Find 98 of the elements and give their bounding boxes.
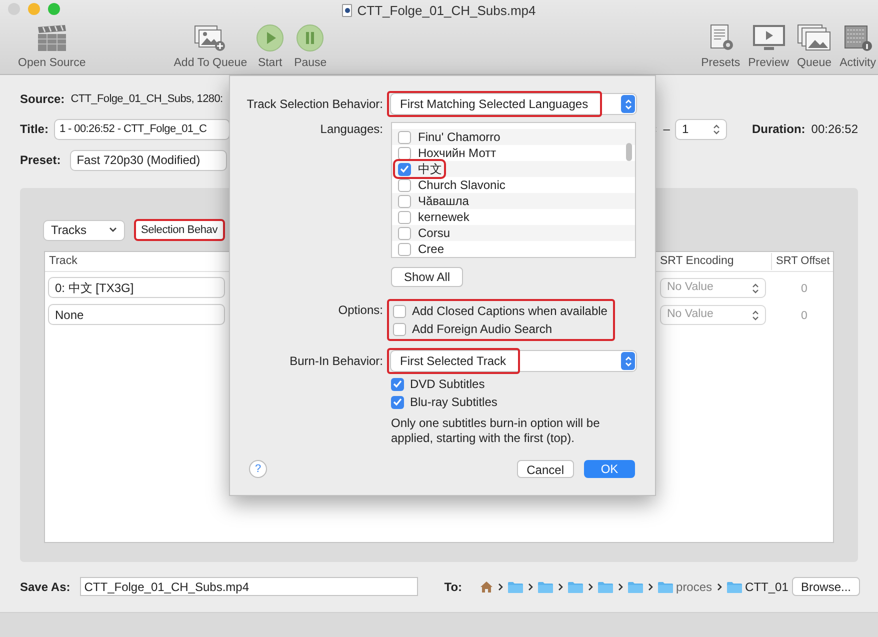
pause-icon[interactable]: [296, 24, 324, 52]
stepper-icon: [752, 282, 759, 294]
folder-icon[interactable]: [538, 580, 554, 592]
checkbox[interactable]: [398, 194, 411, 208]
toolbar-button[interactable]: Activity: [840, 55, 876, 72]
duration-value: 00:26:52: [811, 121, 858, 138]
stepper-icon: [621, 95, 635, 113]
show-all-button[interactable]: Show All: [391, 267, 464, 287]
checkbox[interactable]: [398, 130, 411, 144]
checkbox-label[interactable]: DVD Subtitles: [410, 375, 485, 393]
close-button[interactable]: [8, 3, 20, 15]
checkbox[interactable]: [398, 210, 411, 224]
srt-offset-value: 0: [801, 282, 808, 297]
field-label: To:: [444, 578, 462, 596]
field-label: Options:: [337, 302, 383, 319]
chevron-icon: [618, 582, 624, 590]
ok-button[interactable]: OK: [584, 460, 635, 478]
stepper-icon: [712, 124, 720, 134]
field-label: Preset:: [20, 152, 61, 169]
save-as-field[interactable]: CTT_Folge_01_CH_Subs.mp4: [80, 577, 418, 596]
folder-icon[interactable]: [658, 580, 674, 592]
field-label: Burn-In Behavior:: [288, 353, 383, 370]
track-popup[interactable]: 0: 中文 [TX3G]: [49, 278, 224, 297]
folder-icon[interactable]: [727, 580, 742, 592]
chevron-icon: [717, 582, 722, 590]
chevron-icon: [588, 582, 594, 590]
language-name[interactable]: 中文: [418, 160, 442, 178]
toolbar-button[interactable]: Presets: [701, 55, 740, 72]
toolbar-button[interactable]: Pause: [294, 55, 327, 72]
srt-offset-value: 0: [801, 309, 808, 324]
chevron-icon: [558, 582, 564, 590]
language-name[interactable]: Church Slavonic: [418, 176, 506, 194]
field-label: Source:: [20, 91, 65, 108]
range-separator: –: [663, 121, 670, 138]
cancel-button[interactable]: Cancel: [516, 460, 574, 478]
track-popup[interactable]: None: [49, 305, 224, 324]
checkbox[interactable]: [398, 226, 411, 240]
checkbox-label[interactable]: Add Foreign Audio Search: [412, 320, 552, 338]
document-icon: [342, 4, 352, 18]
tracks-popup[interactable]: Tracks: [44, 220, 124, 240]
source-value: CTT_Folge_01_CH_Subs, 1280:: [70, 92, 223, 107]
photo-plus-icon[interactable]: [194, 24, 226, 52]
title-popup[interactable]: 1 - 00:26:52 - CTT_Folge_01_C: [55, 120, 230, 138]
path-segment[interactable]: proces: [676, 578, 712, 596]
field-label: Title:: [20, 121, 48, 138]
toolbar-button[interactable]: Add To Queue: [174, 55, 248, 72]
language-name[interactable]: Cree: [418, 240, 444, 257]
column-header: SRT Encoding: [660, 254, 734, 269]
folder-icon[interactable]: [628, 580, 644, 592]
checkbox-label[interactable]: Add Closed Captions when available: [412, 302, 608, 320]
checkbox[interactable]: [393, 322, 406, 336]
field-label: Languages:: [319, 121, 383, 138]
column-header: SRT Offset: [771, 253, 830, 270]
field-label: Track Selection Behavior:: [246, 96, 383, 113]
folder-icon[interactable]: [568, 580, 584, 592]
chevron-icon: [528, 582, 534, 590]
toolbar-button[interactable]: Queue: [797, 55, 832, 72]
toolbar-button[interactable]: Preview: [748, 55, 790, 72]
help-button[interactable]: ?: [249, 460, 267, 478]
chapter-end-popup[interactable]: 1: [676, 120, 726, 138]
checkbox[interactable]: [393, 304, 406, 318]
preset-popup[interactable]: Fast 720p30 (Modified): [70, 150, 226, 170]
play-icon[interactable]: [256, 24, 284, 52]
checkbox[interactable]: [391, 378, 404, 390]
checkbox-label[interactable]: Blu-ray Subtitles: [410, 393, 498, 411]
note-text: Only one subtitles burn-in option will be applied, starting with the first (top).: [391, 416, 601, 446]
terminal-info-icon[interactable]: [842, 24, 873, 52]
monitor-play-icon[interactable]: [752, 24, 786, 52]
checkbox[interactable]: [391, 396, 404, 408]
path-segment[interactable]: CTT_01: [745, 578, 788, 596]
toolbar-button[interactable]: Open Source: [18, 55, 86, 72]
field-label: Duration:: [752, 121, 806, 138]
toolbar-button[interactable]: Start: [258, 55, 282, 72]
language-name[interactable]: kernewek: [418, 208, 470, 226]
window-title: CTT_Folge_01_CH_Subs.mp4: [357, 2, 536, 20]
photo-stack-icon[interactable]: [797, 24, 832, 52]
chevron-icon: [498, 582, 504, 590]
chevron-icon: [648, 582, 654, 590]
zoom-button[interactable]: [48, 3, 60, 15]
language-name[interactable]: Нохчийн Мотт: [418, 144, 496, 162]
minimize-button[interactable]: [28, 3, 40, 15]
folder-icon[interactable]: [508, 580, 524, 592]
stepper-icon: [752, 310, 759, 320]
folder-icon[interactable]: [598, 580, 614, 592]
selection-behavior-button[interactable]: Selection Behav: [134, 219, 224, 241]
clapperboard-icon[interactable]: [36, 24, 68, 52]
checkbox[interactable]: [398, 242, 411, 256]
checkbox[interactable]: [398, 178, 411, 192]
chevron-down-icon: [109, 227, 117, 233]
checkbox[interactable]: [398, 146, 411, 160]
checkbox[interactable]: [398, 162, 411, 176]
browse-button[interactable]: Browse...: [792, 577, 860, 596]
column-header: Track: [49, 254, 78, 269]
home-icon[interactable]: [480, 580, 494, 592]
scrollbar-thumb[interactable]: [626, 143, 632, 161]
stepper-icon: [621, 352, 635, 370]
field-label: Save As:: [20, 578, 70, 596]
language-name[interactable]: Corsu: [418, 224, 450, 242]
